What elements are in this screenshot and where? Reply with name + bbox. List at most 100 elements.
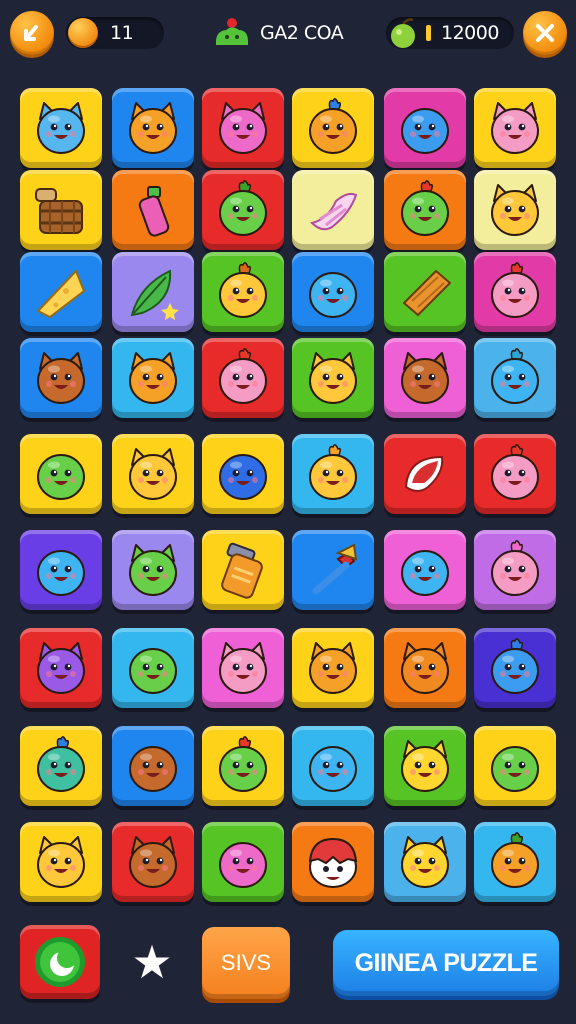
ice-cream-cone-icon xyxy=(312,543,358,595)
close-icon xyxy=(536,24,554,42)
game-tile[interactable] xyxy=(20,252,102,332)
blue-cat-face xyxy=(37,102,85,154)
pink-cat-face xyxy=(219,102,267,154)
score-bar-marker xyxy=(426,25,431,41)
game-tile[interactable] xyxy=(474,530,556,610)
pink-blob-face xyxy=(491,444,539,500)
game-tile[interactable] xyxy=(384,338,466,418)
game-tile[interactable] xyxy=(292,822,374,902)
game-tile[interactable] xyxy=(474,822,556,902)
game-tile[interactable] xyxy=(202,530,284,610)
top-bar: 11 GA2 COA 12000 xyxy=(0,0,576,70)
yellow-root-face xyxy=(219,262,267,318)
yellow-bird-face xyxy=(309,444,357,500)
game-tile[interactable] xyxy=(20,170,102,250)
green-cat-face xyxy=(129,544,177,596)
game-tile[interactable] xyxy=(384,252,466,332)
pink-leaf-icon xyxy=(310,192,358,231)
game-tile[interactable] xyxy=(112,822,194,902)
game-tile[interactable] xyxy=(474,252,556,332)
game-tile[interactable] xyxy=(474,726,556,806)
game-tile[interactable] xyxy=(292,338,374,418)
red-pepper-icon xyxy=(404,455,444,492)
game-tile[interactable] xyxy=(474,170,556,250)
chocolate-bar-icon xyxy=(403,270,451,316)
blue-drop-face xyxy=(309,746,357,792)
back-arrow-icon xyxy=(24,25,38,41)
game-tile[interactable] xyxy=(384,726,466,806)
yellow-cat-face xyxy=(129,448,177,500)
game-tile[interactable] xyxy=(202,338,284,418)
game-tile[interactable] xyxy=(20,822,102,902)
puzzle-button[interactable]: GIINEA PUZZLE xyxy=(333,930,559,996)
game-tile[interactable] xyxy=(20,726,102,806)
orange-cat-face xyxy=(309,642,357,694)
green-drop-face xyxy=(37,454,85,500)
star-button[interactable]: ★ xyxy=(126,936,178,988)
game-tile[interactable] xyxy=(384,434,466,514)
game-tile[interactable] xyxy=(202,88,284,168)
star-icon: ★ xyxy=(131,935,173,989)
save-button[interactable]: SIVS xyxy=(202,927,290,999)
orange-cat-face xyxy=(129,102,177,154)
blue-blob-face xyxy=(219,454,267,500)
blue-drop-face xyxy=(37,550,85,596)
game-tile[interactable] xyxy=(202,170,284,250)
green-blob-face xyxy=(219,736,267,792)
game-tile[interactable] xyxy=(474,628,556,708)
game-tile[interactable] xyxy=(112,726,194,806)
pink-drop-face xyxy=(219,842,267,888)
pink-blob-face xyxy=(491,262,539,318)
game-tile[interactable] xyxy=(112,252,194,332)
game-tile[interactable] xyxy=(20,434,102,514)
score-value: 12000 xyxy=(441,22,499,44)
pink-blob-face xyxy=(219,348,267,404)
game-tile[interactable] xyxy=(202,822,284,902)
game-tile[interactable] xyxy=(384,170,466,250)
blue-blob-face xyxy=(491,348,539,404)
game-tile[interactable] xyxy=(474,88,556,168)
level-title: GA2 COA xyxy=(212,17,354,49)
game-tile[interactable] xyxy=(112,88,194,168)
blue-blob-face xyxy=(491,638,539,694)
game-tile[interactable] xyxy=(202,252,284,332)
game-tile[interactable] xyxy=(112,170,194,250)
game-tile[interactable] xyxy=(384,88,466,168)
game-tile[interactable] xyxy=(112,530,194,610)
game-tile[interactable] xyxy=(292,726,374,806)
cheese-wedge-icon xyxy=(37,270,85,318)
game-tile[interactable] xyxy=(20,338,102,418)
game-tile[interactable] xyxy=(384,822,466,902)
game-tile[interactable] xyxy=(292,628,374,708)
game-tile[interactable] xyxy=(202,628,284,708)
coin-count: 11 xyxy=(110,22,134,44)
game-tile[interactable] xyxy=(20,530,102,610)
game-tile[interactable] xyxy=(112,434,194,514)
game-tile[interactable] xyxy=(292,434,374,514)
game-tile[interactable] xyxy=(384,628,466,708)
game-tile[interactable] xyxy=(292,530,374,610)
teal-bird-face xyxy=(37,736,85,792)
game-tile[interactable] xyxy=(474,338,556,418)
game-tile[interactable] xyxy=(202,434,284,514)
score-counter: 12000 xyxy=(386,17,514,49)
orange-cat-face xyxy=(129,352,177,404)
game-tile[interactable] xyxy=(384,530,466,610)
game-tile[interactable] xyxy=(292,252,374,332)
game-tile[interactable] xyxy=(292,88,374,168)
green-power-button[interactable] xyxy=(20,925,100,999)
game-tile[interactable] xyxy=(112,628,194,708)
back-button[interactable] xyxy=(10,11,54,55)
game-tile[interactable] xyxy=(112,338,194,418)
brown-blob-face xyxy=(129,746,177,792)
game-tile[interactable] xyxy=(292,170,374,250)
game-tile[interactable] xyxy=(202,726,284,806)
yellow-cat-face xyxy=(37,836,85,888)
game-tile[interactable] xyxy=(20,628,102,708)
game-tile[interactable] xyxy=(20,88,102,168)
brown-bear-face xyxy=(37,352,85,404)
close-button[interactable] xyxy=(523,11,567,55)
green-leaf-icon xyxy=(130,269,179,320)
brown-cat-face xyxy=(401,352,449,404)
game-tile[interactable] xyxy=(474,434,556,514)
